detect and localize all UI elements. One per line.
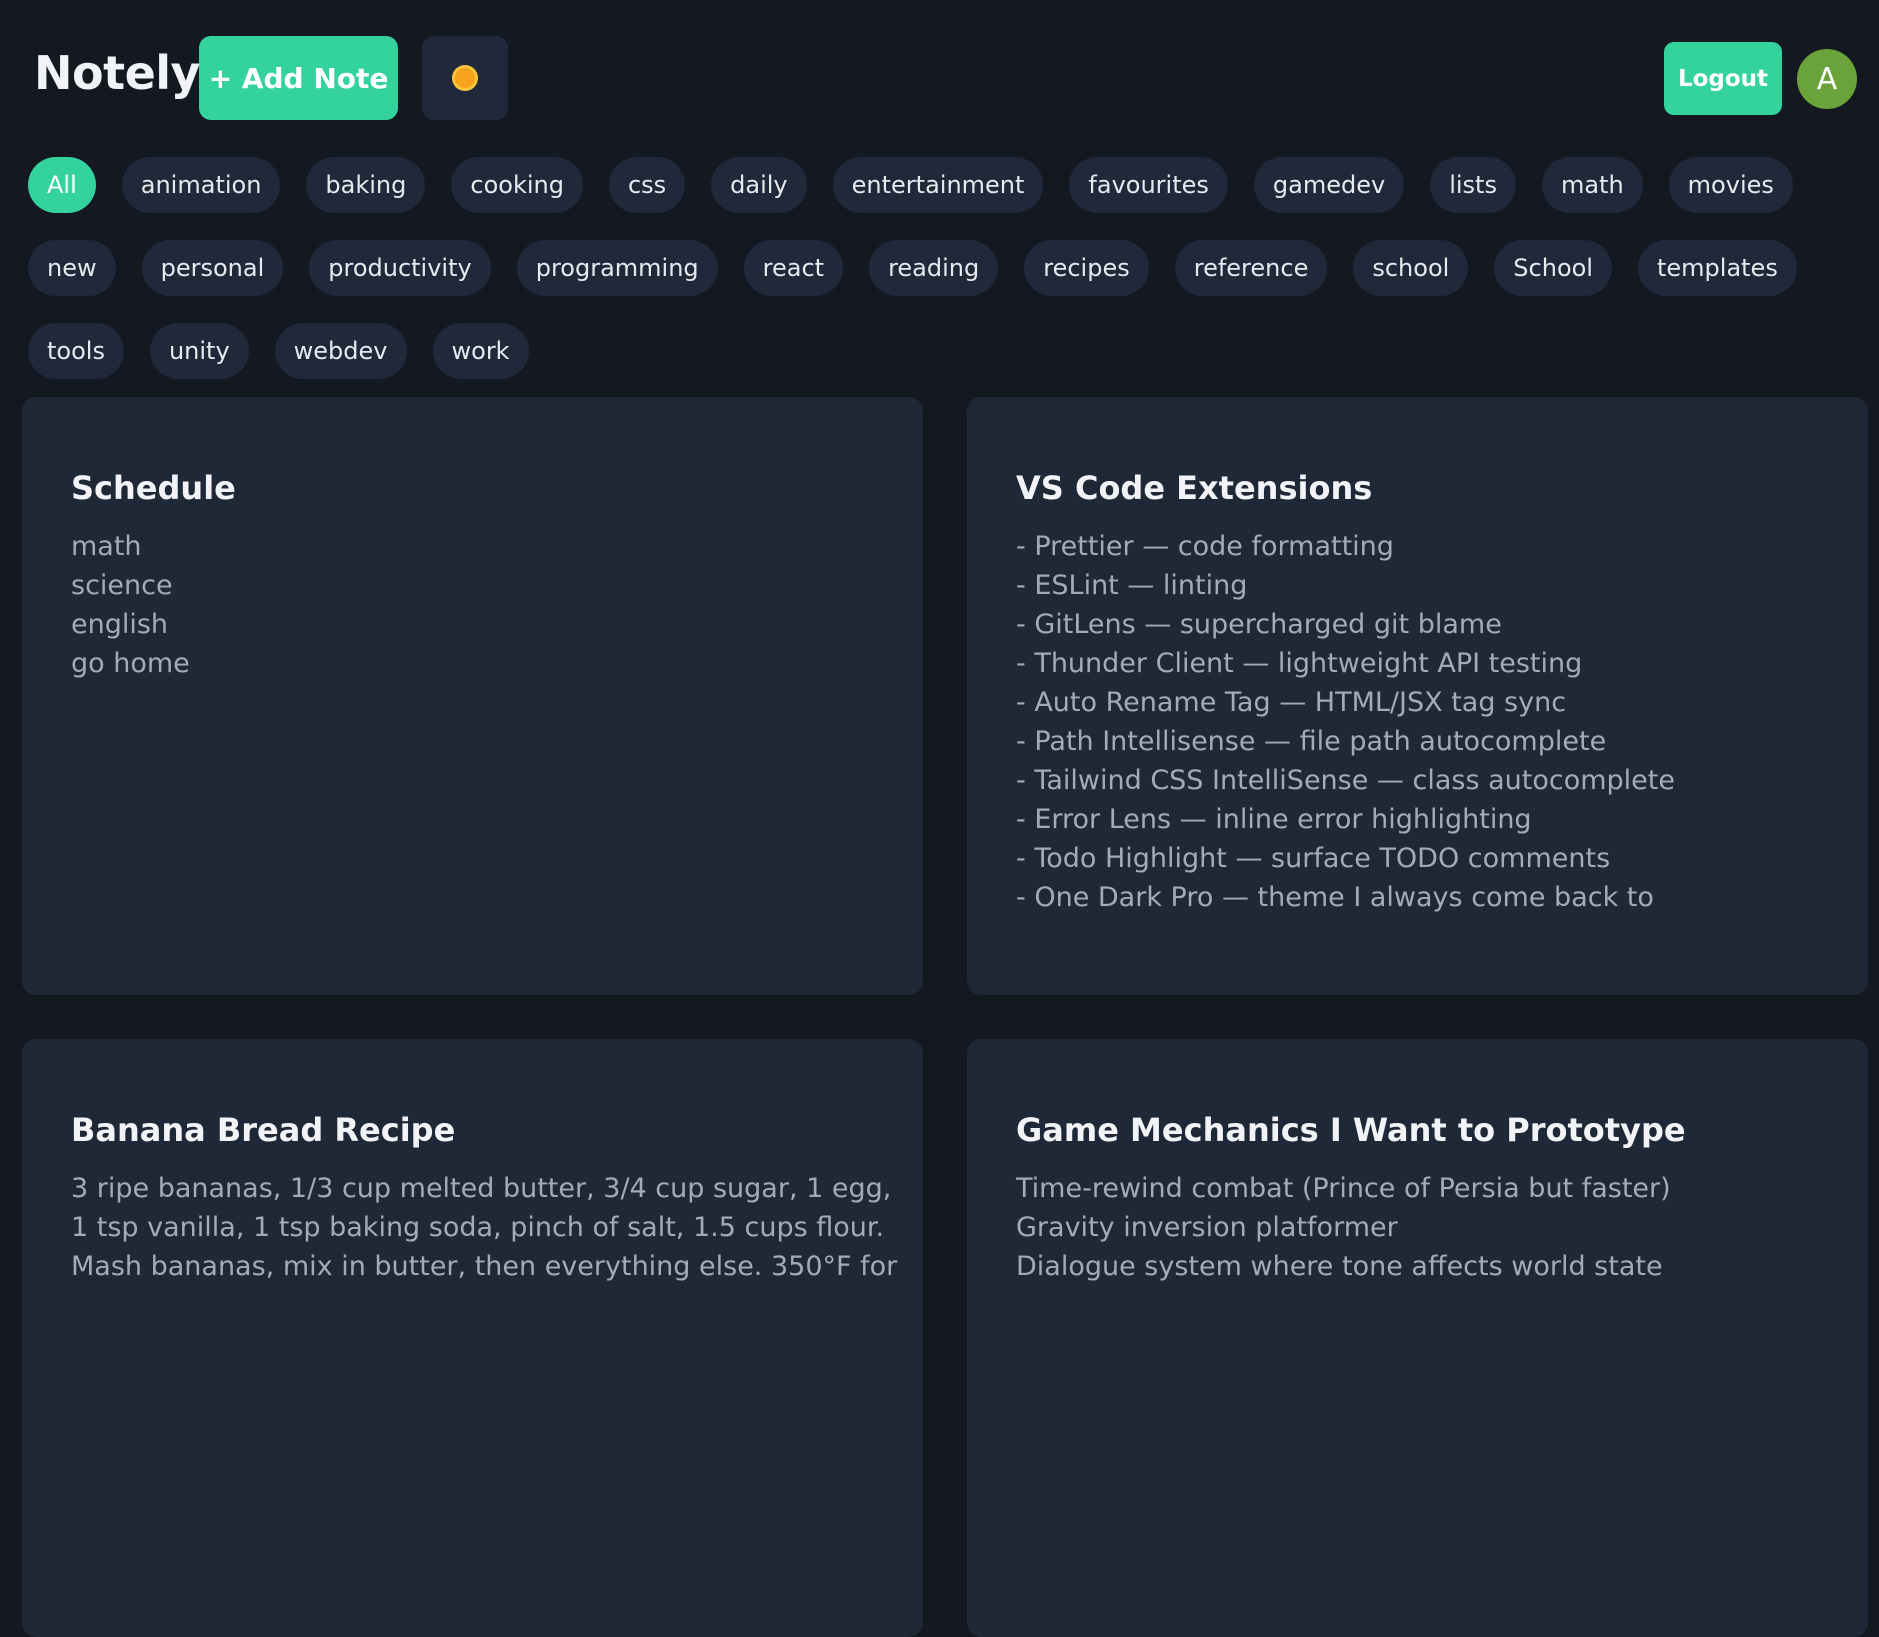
tag-chip-tools[interactable]: tools — [28, 323, 124, 379]
note-line: Mash bananas, mix in butter, then everyt… — [71, 1251, 898, 1282]
note-card[interactable]: Game Mechanics I Want to Prototype Time-… — [967, 1039, 1868, 1637]
note-body: math science english go home — [71, 527, 874, 683]
note-line: 1 tsp vanilla, 1 tsp baking soda, pinch … — [71, 1212, 885, 1243]
tag-chip-work[interactable]: work — [432, 323, 529, 379]
note-line: go home — [71, 648, 190, 679]
note-line: - Todo Highlight — surface TODO comments — [1016, 843, 1611, 874]
note-title: Schedule — [71, 469, 236, 507]
tag-chip-productivity[interactable]: productivity — [309, 240, 491, 296]
tag-chip-react[interactable]: react — [743, 240, 844, 296]
tag-chip-school-capital[interactable]: School — [1494, 240, 1612, 296]
sun-icon — [450, 63, 480, 93]
tag-chip-reference[interactable]: reference — [1174, 240, 1328, 296]
tag-chip-math[interactable]: math — [1541, 157, 1643, 213]
note-line: - Tailwind CSS IntelliSense — class auto… — [1016, 765, 1675, 796]
note-card[interactable]: Banana Bread Recipe 3 ripe bananas, 1/3 … — [22, 1039, 923, 1637]
tag-chip-all-capital[interactable]: All — [28, 157, 96, 213]
tag-chip-reading[interactable]: reading — [869, 240, 999, 296]
tag-chip-favourites[interactable]: favourites — [1069, 157, 1228, 213]
tag-chip-unity[interactable]: unity — [149, 323, 249, 379]
note-title: Banana Bread Recipe — [71, 1111, 456, 1149]
tag-chip-webdev[interactable]: webdev — [274, 323, 407, 379]
tag-chip-personal[interactable]: personal — [141, 240, 284, 296]
tag-chip-templates[interactable]: templates — [1637, 240, 1797, 296]
note-card[interactable]: VS Code Extensions - Prettier — code for… — [967, 397, 1868, 995]
theme-toggle-button[interactable] — [422, 36, 508, 120]
add-note-button[interactable]: + Add Note — [199, 36, 398, 120]
tag-chip-animation[interactable]: animation — [121, 157, 281, 213]
note-title: VS Code Extensions — [1016, 469, 1373, 507]
tag-chip-cooking[interactable]: cooking — [451, 157, 583, 213]
note-line: - Prettier — code formatting — [1016, 531, 1394, 562]
tag-chip-school[interactable]: school — [1353, 240, 1469, 296]
note-card[interactable]: Schedule math science english go home — [22, 397, 923, 995]
note-line: - One Dark Pro — theme I always come bac… — [1016, 882, 1654, 913]
note-line: - GitLens — supercharged git blame — [1016, 609, 1502, 640]
tag-chip-entertainment[interactable]: entertainment — [832, 157, 1044, 213]
note-line: english — [71, 609, 169, 640]
avatar[interactable]: A — [1797, 49, 1857, 109]
note-line: - Error Lens — inline error highlighting — [1016, 804, 1532, 835]
tag-chip-recipes[interactable]: recipes — [1024, 240, 1149, 296]
note-line: Gravity inversion platformer — [1016, 1212, 1398, 1243]
note-line: math — [71, 531, 142, 562]
note-line: - Auto Rename Tag — HTML/JSX tag sync — [1016, 687, 1567, 718]
note-body: Time-rewind combat (Prince of Persia but… — [1016, 1169, 1819, 1286]
tag-chip-lists[interactable]: lists — [1430, 157, 1516, 213]
note-line: science — [71, 570, 173, 601]
tag-chip-new[interactable]: new — [28, 240, 116, 296]
note-line: - ESLint — linting — [1016, 570, 1248, 601]
tag-chip-css[interactable]: css — [608, 157, 686, 213]
note-line: Time-rewind combat (Prince of Persia but… — [1016, 1173, 1671, 1204]
logout-button[interactable]: Logout — [1664, 42, 1782, 115]
tag-chip-gamedev[interactable]: gamedev — [1253, 157, 1405, 213]
note-body: - Prettier — code formatting - ESLint — l… — [1016, 527, 1819, 917]
tag-chip-daily[interactable]: daily — [711, 157, 807, 213]
tag-chip-programming[interactable]: programming — [516, 240, 718, 296]
tag-filter-bar: All animation baking cooking css daily enterta… — [28, 157, 1858, 379]
top-bar: Notely + Add Note Logout A — [0, 0, 1879, 150]
note-line: 3 ripe bananas, 1/3 cup melted butter, 3… — [71, 1173, 892, 1204]
tag-chip-movies[interactable]: movies — [1668, 157, 1793, 213]
note-line: - Path Intellisense — file path autocomp… — [1016, 726, 1607, 757]
note-body: 3 ripe bananas, 1/3 cup melted butter, 3… — [71, 1169, 898, 1286]
note-line: - Thunder Client — lightweight API testi… — [1016, 648, 1583, 679]
note-line: Dialogue system where tone affects world… — [1016, 1251, 1663, 1282]
tag-chip-baking[interactable]: baking — [306, 157, 426, 213]
app-logo: Notely — [34, 46, 201, 100]
note-title: Game Mechanics I Want to Prototype — [1016, 1111, 1686, 1149]
